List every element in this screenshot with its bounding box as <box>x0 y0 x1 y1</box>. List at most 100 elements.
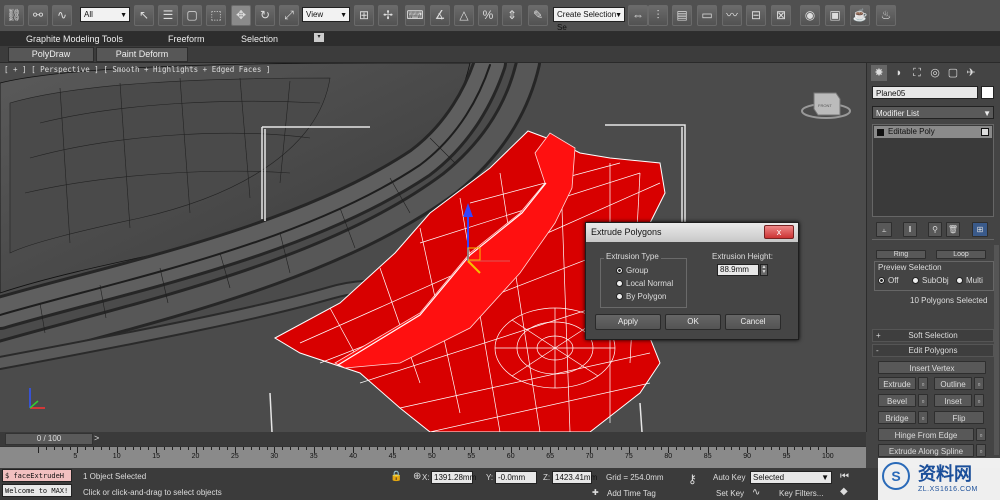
ribbon-toggle-icon[interactable]: ▭ <box>697 5 717 26</box>
reference-coordinate-dropdown[interactable]: View ▼ <box>302 7 350 22</box>
rotate-icon[interactable]: ↻ <box>255 5 275 26</box>
align-icon[interactable]: ⫶ <box>648 5 668 26</box>
object-name-field[interactable]: Plane05 <box>872 86 978 99</box>
render-iterative-icon[interactable]: ♨ <box>876 5 896 26</box>
inset-button[interactable]: Inset <box>934 394 972 407</box>
motion-panel-icon[interactable]: ◎ <box>927 65 943 81</box>
schematic-view-icon[interactable]: ⊟ <box>746 5 766 26</box>
ribbon-options-icon[interactable]: ▾ <box>314 33 324 42</box>
utilities-panel-icon[interactable]: ✈ <box>963 65 979 81</box>
scale-icon[interactable]: ⤢ <box>279 5 299 26</box>
ring-button[interactable]: Ring <box>876 250 926 259</box>
select-manipulate-icon[interactable]: ✢ <box>378 5 398 26</box>
rendered-frame-icon[interactable]: ▣ <box>825 5 845 26</box>
paint-deform-button[interactable]: Paint Deform <box>96 47 188 62</box>
command-panel-scrollbar[interactable] <box>994 245 999 455</box>
make-unique-icon[interactable]: ⚲ <box>928 222 942 237</box>
extrude-button[interactable]: Extrude <box>878 377 916 390</box>
key-selection-dropdown[interactable]: Selected ▼ <box>750 471 832 484</box>
z-coordinate-field[interactable]: 1423.41mm <box>552 471 597 484</box>
bridge-settings-button[interactable]: ▫ <box>918 411 928 424</box>
time-slider-handle[interactable]: 0 / 100 <box>5 433 93 445</box>
radio-group[interactable]: Group <box>616 266 648 275</box>
edit-named-sets-icon[interactable]: ✎ <box>528 5 548 26</box>
current-frame-icon[interactable]: ◆ <box>840 486 848 497</box>
curve-editor-icon[interactable]: 〰 <box>722 5 742 26</box>
select-by-name-icon[interactable]: ☰ <box>158 5 178 26</box>
key-icon[interactable]: ⚷ <box>688 472 697 486</box>
spinner-snap-icon[interactable]: ⇕ <box>502 5 522 26</box>
render-production-icon[interactable]: ☕ <box>850 5 870 26</box>
go-to-start-icon[interactable]: ⏮ <box>840 471 849 482</box>
material-editor-icon[interactable]: ⊠ <box>771 5 791 26</box>
angle-snap-icon[interactable]: △ <box>454 5 474 26</box>
window-crossing-icon[interactable]: ⬚ <box>206 5 226 26</box>
pivot-center-icon[interactable]: ⊞ <box>354 5 374 26</box>
named-selection-sets-input[interactable]: Create Selection Se ▼ <box>553 7 625 32</box>
radio-preview-subobj[interactable]: SubObj <box>912 276 949 285</box>
radio-preview-multi[interactable]: Multi <box>956 276 983 285</box>
modifier-list-dropdown[interactable]: Modifier List ▼ <box>872 106 994 119</box>
stack-toggle-icon[interactable] <box>981 128 989 136</box>
x-coordinate-field[interactable]: 1391.28mm <box>431 471 476 484</box>
link-icon[interactable]: ⛓ <box>4 5 24 26</box>
maxscript-listener-output[interactable]: $ faceExtrudeH <box>2 469 72 482</box>
set-key-button[interactable]: Set Key <box>716 489 744 498</box>
display-panel-icon[interactable]: ▢ <box>945 65 961 81</box>
extrude-spline-settings-button[interactable]: ▫ <box>976 444 986 457</box>
stack-expand-icon[interactable] <box>877 129 884 136</box>
layer-manager-icon[interactable]: ▤ <box>672 5 692 26</box>
key-filters-button[interactable]: Key Filters... <box>779 489 823 498</box>
percent-snap-icon[interactable]: % <box>478 5 498 26</box>
extrusion-height-input[interactable]: 88.9mm <box>717 264 759 276</box>
extrude-along-spline-button[interactable]: Extrude Along Spline <box>878 444 974 457</box>
radio-local-normal[interactable]: Local Normal <box>616 279 673 288</box>
hinge-settings-button[interactable]: ▫ <box>976 428 986 441</box>
key-filter-icon[interactable]: ∿ <box>752 487 760 498</box>
object-color-swatch[interactable] <box>981 86 994 99</box>
dialog-close-button[interactable]: x <box>764 225 794 239</box>
flip-button[interactable]: Flip <box>934 411 984 424</box>
bridge-button[interactable]: Bridge <box>878 411 916 424</box>
unlink-icon[interactable]: ⚯ <box>28 5 48 26</box>
hinge-from-edge-button[interactable]: Hinge From Edge <box>878 428 974 441</box>
remove-modifier-icon[interactable]: 🗑 <box>946 222 960 237</box>
auto-key-button[interactable]: Auto Key <box>713 473 745 482</box>
inset-settings-button[interactable]: ▫ <box>974 394 984 407</box>
snaps-toggle-icon[interactable]: ∡ <box>430 5 450 26</box>
polydraw-button[interactable]: PolyDraw <box>8 47 94 62</box>
edit-polygons-rollout[interactable]: - Edit Polygons <box>872 344 994 357</box>
loop-button[interactable]: Loop <box>936 250 986 259</box>
apply-button[interactable]: Apply <box>595 314 661 330</box>
pin-stack-icon[interactable]: ⫠ <box>876 222 892 237</box>
radio-preview-off[interactable]: Off <box>878 276 899 285</box>
outline-settings-button[interactable]: ▫ <box>974 377 984 390</box>
viewport-label[interactable]: [ + ] [ Perspective ] [ Smooth + Highlig… <box>4 65 270 74</box>
show-end-result-icon[interactable]: ‖ <box>903 222 917 237</box>
create-panel-icon[interactable]: ✸ <box>871 65 887 81</box>
move-icon[interactable]: ✥ <box>231 5 251 26</box>
time-tag-icon[interactable]: ✚ <box>592 488 599 497</box>
lock-selection-icon[interactable]: 🔒 <box>390 471 402 482</box>
outline-button[interactable]: Outline <box>934 377 972 390</box>
extrude-settings-button[interactable]: ▫ <box>918 377 928 390</box>
maxscript-listener-input[interactable]: Welcome to MAX! <box>2 484 72 497</box>
y-coordinate-field[interactable]: -0.0mm <box>495 471 537 484</box>
hierarchy-panel-icon[interactable]: ⛶ <box>909 65 925 81</box>
insert-vertex-button[interactable]: Insert Vertex <box>878 361 986 374</box>
tab-graphite-modeling-tools[interactable]: Graphite Modeling Tools <box>26 34 123 44</box>
tab-freeform[interactable]: Freeform <box>168 34 205 44</box>
tab-selection[interactable]: Selection <box>241 34 278 44</box>
mirror-icon[interactable]: ⇔ <box>628 5 648 26</box>
add-time-tag-button[interactable]: Add Time Tag <box>607 489 656 498</box>
absolute-mode-icon[interactable]: ⊕ <box>413 471 421 482</box>
configure-sets-icon[interactable]: ⊞ <box>972 222 988 237</box>
bevel-button[interactable]: Bevel <box>878 394 916 407</box>
bevel-settings-button[interactable]: ▫ <box>918 394 928 407</box>
stack-item-editable-poly[interactable]: Editable Poly <box>874 126 992 138</box>
render-setup-icon[interactable]: ◉ <box>800 5 820 26</box>
soft-selection-rollout[interactable]: + Soft Selection <box>872 329 994 342</box>
radio-by-polygon[interactable]: By Polygon <box>616 292 666 301</box>
keyboard-shortcut-icon[interactable]: ⌨ <box>405 5 425 26</box>
bind-spacewarp-icon[interactable]: ∿ <box>52 5 72 26</box>
